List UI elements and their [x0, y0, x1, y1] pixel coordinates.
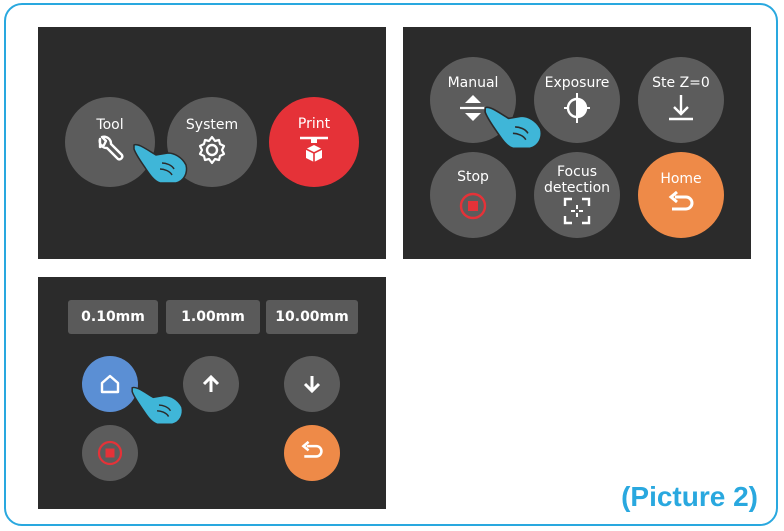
arrow-up-icon: [202, 374, 220, 392]
stop-button[interactable]: Stop: [430, 152, 516, 238]
focus-label-line2: detection: [543, 180, 611, 196]
stop-button[interactable]: [82, 425, 138, 481]
tool-menu-screen: Manual Exposure Ste Z=0 Stop Focus detec…: [403, 27, 751, 259]
set-z-icon: [669, 95, 693, 121]
home-button[interactable]: Home: [638, 152, 724, 238]
manual-label: Manual: [447, 75, 499, 91]
back-button[interactable]: [284, 425, 340, 481]
exposure-icon: [564, 93, 590, 123]
pointing-hand-icon: [131, 386, 184, 425]
main-menu-screen: Tool System Print: [38, 27, 386, 259]
tool-label: Tool: [96, 117, 124, 133]
stop-icon: [97, 440, 123, 466]
pointing-hand-icon: [133, 143, 188, 184]
print-icon: [300, 136, 328, 162]
stop-label: Stop: [457, 169, 489, 185]
move-up-button[interactable]: [183, 356, 239, 412]
step-1-00mm-button[interactable]: 1.00mm: [166, 300, 260, 334]
exposure-label: Exposure: [544, 75, 610, 91]
exposure-button[interactable]: Exposure: [534, 57, 620, 143]
print-button[interactable]: Print: [269, 97, 359, 187]
step-10-00mm-button[interactable]: 10.00mm: [266, 300, 358, 334]
focus-detection-button[interactable]: Focus detection: [534, 152, 620, 238]
move-down-button[interactable]: [284, 356, 340, 412]
home-icon: [100, 374, 120, 394]
system-label: System: [185, 117, 239, 133]
set-z-label: Ste Z=0: [652, 75, 710, 91]
set-z-button[interactable]: Ste Z=0: [638, 57, 724, 143]
focus-icon: [563, 197, 591, 225]
home-label: Home: [660, 171, 702, 187]
manual-move-screen: 0.10mm 1.00mm 10.00mm: [38, 277, 386, 509]
stop-icon: [459, 192, 487, 220]
print-label: Print: [297, 116, 331, 132]
wrench-icon: [98, 135, 124, 161]
back-icon: [668, 191, 694, 211]
focus-label-line1: Focus: [557, 164, 597, 180]
gear-icon: [198, 135, 226, 165]
arrow-down-icon: [303, 376, 321, 394]
pointing-hand-icon: [484, 106, 543, 150]
picture-caption: (Picture 2): [621, 481, 758, 512]
back-icon: [301, 441, 323, 458]
step-0-10mm-button[interactable]: 0.10mm: [68, 300, 158, 334]
